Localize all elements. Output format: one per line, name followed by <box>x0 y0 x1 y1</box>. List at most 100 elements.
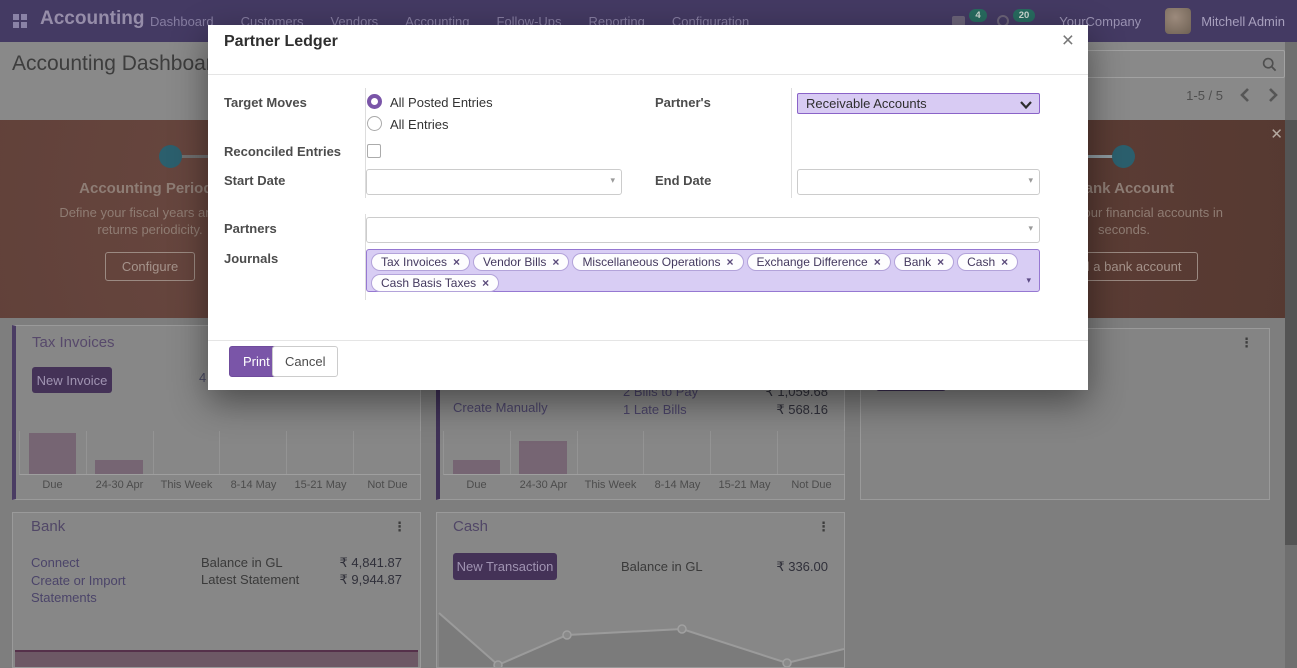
page-title: Accounting Dashboard <box>12 52 224 76</box>
journals-label: Journals <box>224 251 278 266</box>
tag-label: Miscellaneous Operations <box>582 255 720 269</box>
kebab-menu-icon[interactable]: ⋮ <box>393 519 406 535</box>
partner-s-selected-value: Receivable Accounts <box>806 96 927 111</box>
pager-next-button[interactable] <box>1263 86 1281 104</box>
card-title[interactable]: Tax Invoices <box>32 334 115 351</box>
pager-prev-button[interactable] <box>1237 86 1255 104</box>
user-menu[interactable]: Mitchell Admin <box>1201 14 1285 29</box>
messages-badge[interactable]: 4 <box>969 9 986 22</box>
scrollbar-thumb[interactable] <box>1285 120 1297 545</box>
partner-s-label: Partner's <box>655 95 711 110</box>
caret-down-icon[interactable]: ▾ <box>610 175 615 186</box>
tag-remove-icon[interactable]: × <box>937 255 944 269</box>
activities-badge[interactable]: 20 <box>1013 9 1036 22</box>
dialog-title: Partner Ledger <box>224 33 338 51</box>
start-date-label: Start Date <box>224 173 285 188</box>
axis-label: 24-30 Apr <box>510 479 577 491</box>
dialog-header: Partner Ledger × <box>208 25 1088 75</box>
kebab-menu-icon[interactable]: ⋮ <box>1240 335 1253 351</box>
journal-tag: Bank × <box>894 253 954 271</box>
radio-label[interactable]: All Posted Entries <box>390 95 493 110</box>
journal-tag: Exchange Difference × <box>747 253 891 271</box>
cancel-button[interactable]: Cancel <box>272 346 338 377</box>
journal-tag: Cash × <box>957 253 1018 271</box>
tag-remove-icon[interactable]: × <box>1001 255 1008 269</box>
caret-down-icon[interactable]: ▾ <box>1028 175 1033 186</box>
tag-remove-icon[interactable]: × <box>453 255 460 269</box>
tag-label: Bank <box>904 255 931 269</box>
axis-label: Due <box>443 479 510 491</box>
tag-label: Cash Basis Taxes <box>381 276 476 290</box>
radio-all-posted-entries[interactable] <box>367 94 382 109</box>
chevron-right-icon <box>1263 86 1281 104</box>
card-title[interactable]: Bank <box>31 518 65 535</box>
journal-tag: Cash Basis Taxes × <box>371 274 499 292</box>
tag-label: Tax Invoices <box>381 255 447 269</box>
bank-sparkline-fill <box>15 652 418 668</box>
tag-remove-icon[interactable]: × <box>482 276 489 290</box>
latest-statement-label: Latest Statement <box>201 572 299 587</box>
radio-label[interactable]: All Entries <box>390 117 449 132</box>
partner-s-select[interactable]: Receivable Accounts <box>797 93 1040 114</box>
tag-remove-icon[interactable]: × <box>552 255 559 269</box>
reconciled-entries-checkbox[interactable] <box>367 144 381 158</box>
partner-ledger-dialog: Partner Ledger × Target Moves Reconciled… <box>208 25 1088 390</box>
reconciled-entries-label: Reconciled Entries <box>224 144 341 159</box>
axis-label: 24-30 Apr <box>86 479 153 491</box>
axis-label: 15-21 May <box>287 479 354 491</box>
journal-tag: Vendor Bills× <box>473 253 569 271</box>
menu-dashboard[interactable]: Dashboard <box>150 14 214 29</box>
card-cash[interactable]: Cash ⋮ New Transaction Balance in GL ₹ 3… <box>436 512 845 668</box>
axis-label: Not Due <box>354 479 421 491</box>
onboarding-desc-line2: seconds. <box>1098 222 1150 237</box>
axis-label: This Week <box>153 479 220 491</box>
caret-down-icon[interactable]: ▾ <box>1028 223 1033 234</box>
target-moves-label: Target Moves <box>224 95 307 110</box>
step-circle-bank-account[interactable] <box>1112 145 1135 168</box>
onboarding-desc-line2: returns periodicity. <box>97 222 202 237</box>
tax-invoices-bar-chart <box>19 431 421 475</box>
tag-remove-icon[interactable]: × <box>874 255 881 269</box>
latest-statement-value: ₹ 9,944.87 <box>340 572 403 588</box>
partners-input[interactable] <box>366 217 1040 243</box>
tag-label: Cash <box>967 255 995 269</box>
axis-label: Not Due <box>778 479 845 491</box>
end-date-label: End Date <box>655 173 711 188</box>
invoices-count-partial[interactable]: 4 <box>199 370 206 385</box>
radio-all-entries[interactable] <box>367 116 382 131</box>
create-or-import-link[interactable]: Create or Import Statements <box>31 572 166 606</box>
banner-close-icon[interactable]: ✕ <box>1270 125 1283 143</box>
end-date-field: ▾ <box>797 169 1040 195</box>
connect-link[interactable]: Connect <box>31 555 79 570</box>
axis-label: This Week <box>577 479 644 491</box>
pager-range: 1-5 / 5 <box>1186 88 1223 103</box>
start-date-input[interactable] <box>366 169 622 195</box>
chevron-left-icon <box>1237 86 1255 104</box>
journals-field[interactable]: Tax Invoices × Vendor Bills× Miscellaneou… <box>366 249 1040 292</box>
apps-grid-icon[interactable] <box>13 14 27 28</box>
avatar[interactable] <box>1165 8 1191 34</box>
axis-label: Due <box>19 479 86 491</box>
tag-label: Exchange Difference <box>757 255 868 269</box>
cash-line-chart <box>437 513 845 668</box>
balance-gl-value: ₹ 4,841.87 <box>340 555 403 571</box>
create-manually-link[interactable]: Create Manually <box>453 400 548 415</box>
chart-axis-labels: Due 24-30 Apr This Week 8-14 May 15-21 M… <box>443 479 845 491</box>
axis-label: 8-14 May <box>220 479 287 491</box>
late-bills-link[interactable]: 1 Late Bills <box>623 402 687 417</box>
end-date-input[interactable] <box>797 169 1040 195</box>
caret-down-icon[interactable]: ▾ <box>1026 275 1031 286</box>
chevron-down-icon <box>1020 101 1032 109</box>
close-icon[interactable]: × <box>1062 29 1074 53</box>
card-bank[interactable]: Bank ⋮ Connect Create or Import Statemen… <box>12 512 421 668</box>
app-brand: Accounting <box>40 8 145 30</box>
axis-label: 8-14 May <box>644 479 711 491</box>
partners-field: ▾ <box>366 217 1040 243</box>
configure-button[interactable]: Configure <box>105 252 195 281</box>
search-icon <box>1262 57 1277 72</box>
journal-tag: Tax Invoices × <box>371 253 470 271</box>
new-invoice-button[interactable]: New Invoice <box>32 367 112 393</box>
tag-remove-icon[interactable]: × <box>727 255 734 269</box>
step-circle-accounting-periods[interactable] <box>159 145 182 168</box>
footer-divider <box>208 340 1088 341</box>
